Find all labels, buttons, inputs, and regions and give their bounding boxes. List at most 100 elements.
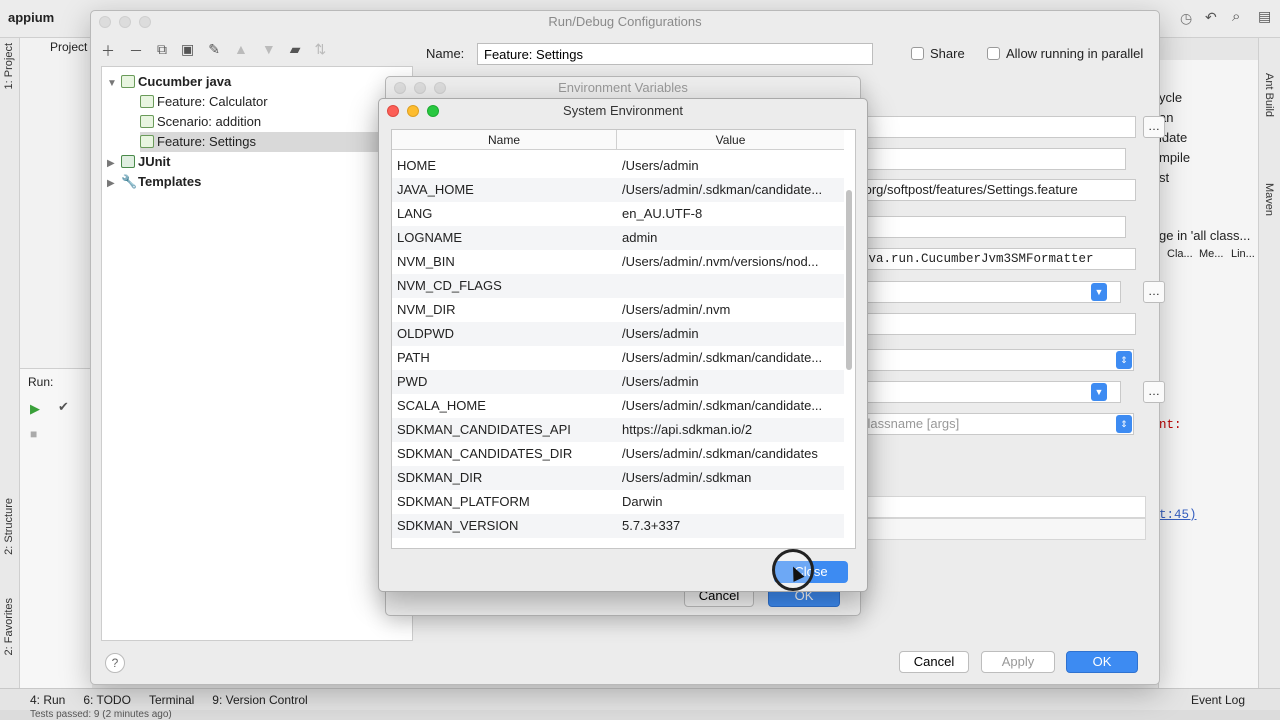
help-button[interactable]: ?	[105, 653, 125, 673]
checkbox-box[interactable]	[987, 47, 1000, 60]
system-env-title: System Environment	[563, 103, 683, 118]
table-row[interactable]: SDKMAN_PLATFORM Darwin	[392, 490, 844, 514]
name-field[interactable]	[477, 43, 873, 65]
column-header-value[interactable]: Value	[617, 130, 844, 150]
tree-node-addition[interactable]: Scenario: addition	[140, 112, 410, 132]
history-icon[interactable]: ◷	[1180, 10, 1192, 27]
tree-node-templates[interactable]: ▶ 🔧Templates	[107, 172, 407, 192]
maven-item: mpile	[1159, 150, 1191, 165]
feature-path-field[interactable]: /org/softpost/features/Settings.feature	[856, 179, 1136, 201]
dropdown-arrow-icon[interactable]: ⇕	[1116, 415, 1132, 433]
table-row[interactable]: SCALA_HOME/Users/admin/.sdkman/candidate…	[392, 394, 844, 418]
tab-structure[interactable]: 2: Structure	[3, 498, 15, 555]
ok-button[interactable]: OK	[1066, 651, 1138, 673]
env-var-value: Darwin	[622, 494, 663, 509]
run-play-icon[interactable]: ▶	[30, 401, 40, 417]
tab-todo[interactable]: 6: TODO	[83, 693, 131, 707]
table-row[interactable]: LANG en_AU.UTF-8	[392, 202, 844, 226]
window-close-light[interactable]	[394, 82, 406, 94]
module-select[interactable]	[856, 349, 1134, 371]
jre-select[interactable]	[856, 381, 1121, 403]
window-minimize-light[interactable]	[119, 16, 131, 28]
dropdown-arrow-icon[interactable]: ▼	[1091, 283, 1107, 301]
window-close-light[interactable]	[99, 16, 111, 28]
layout-icon[interactable]: ▤	[1258, 8, 1271, 25]
checkbox-box[interactable]	[911, 47, 924, 60]
table-row[interactable]: HOME/Users/admin	[392, 154, 844, 178]
before-launch-list[interactable]	[856, 496, 1146, 518]
tab-run[interactable]: 4: Run	[30, 693, 65, 707]
dropdown-arrow-icon[interactable]: ⇕	[1116, 351, 1132, 369]
search-icon[interactable]: ⌕	[1232, 8, 1240, 25]
table-row[interactable]: OLDPWD/Users/admin	[392, 322, 844, 346]
copy-icon[interactable]: ⧉	[157, 41, 167, 65]
window-zoom-light[interactable]	[434, 82, 446, 94]
tab-maven[interactable]: Maven	[1263, 183, 1275, 216]
table-row[interactable]: NVM_DIR/Users/admin/.nvm	[392, 298, 844, 322]
tab-favorites[interactable]: 2: Favorites	[3, 598, 15, 655]
folder-icon[interactable]: ▰	[290, 41, 301, 65]
parallel-checkbox[interactable]: Allow running in parallel	[987, 46, 1143, 61]
shorten-cmdline-select[interactable]: classname [args]	[856, 413, 1134, 435]
table-row[interactable]: LOGNAME admin	[392, 226, 844, 250]
vm-options-field[interactable]	[856, 216, 1126, 238]
dropdown-arrow-icon[interactable]: ▼	[1091, 383, 1107, 401]
program-args-field[interactable]: ava.run.CucumberJvm3SMFormatter	[856, 248, 1136, 270]
tree-node-calculator[interactable]: Feature: Calculator	[140, 92, 410, 112]
tree-node-settings[interactable]: Feature: Settings	[140, 132, 413, 152]
main-class-field[interactable]	[856, 116, 1136, 138]
collapse-arrow-icon[interactable]: ▶	[107, 154, 121, 174]
window-zoom-light[interactable]	[139, 16, 151, 28]
tree-node-junit[interactable]: ▶ JUnit	[107, 152, 407, 172]
table-row[interactable]: SDKMAN_CANDIDATES_DIR/Users/admin/.sdkma…	[392, 442, 844, 466]
vertical-scrollbar[interactable]	[846, 190, 852, 370]
table-row[interactable]: NVM_CD_FLAGS	[392, 274, 844, 298]
column-header-name[interactable]: Name	[392, 130, 617, 150]
browse-button[interactable]: …	[1143, 381, 1165, 403]
window-close-light[interactable]	[387, 105, 399, 117]
move-down-icon[interactable]: ▼	[262, 41, 276, 65]
table-row[interactable]: SDKMAN_CANDIDATES_API https://api.sdkman.…	[392, 418, 844, 442]
table-row[interactable]: SDKMAN_VERSION 5.7.3+337	[392, 514, 844, 538]
window-minimize-light[interactable]	[414, 82, 426, 94]
working-dir-field[interactable]	[856, 281, 1121, 303]
expand-arrow-icon[interactable]: ▼	[107, 74, 121, 94]
before-launch-list[interactable]	[856, 518, 1146, 540]
cucumber-icon	[140, 135, 154, 148]
browse-button[interactable]: …	[1143, 116, 1165, 138]
window-minimize-light[interactable]	[407, 105, 419, 117]
system-env-table[interactable]: Name Value HOME/Users/admin JAVA_HOME/Use…	[391, 129, 856, 549]
save-icon[interactable]: ▣	[181, 41, 194, 65]
glue-field[interactable]	[856, 148, 1126, 170]
browse-button[interactable]: …	[1143, 281, 1165, 303]
table-row[interactable]: SDKMAN_DIR/Users/admin/.sdkman	[392, 466, 844, 490]
tab-terminal[interactable]: Terminal	[149, 693, 194, 707]
table-row[interactable]: JAVA_HOME/Users/admin/.sdkman/candidate.…	[392, 178, 844, 202]
collapse-arrow-icon[interactable]: ▶	[107, 174, 121, 194]
tab-ant-build[interactable]: Ant Build	[1263, 73, 1275, 117]
window-zoom-light[interactable]	[427, 105, 439, 117]
table-row[interactable]: PWD/Users/admin	[392, 370, 844, 394]
wrench-icon[interactable]: ✎	[208, 41, 220, 65]
env-var-value: https://api.sdkman.io/2	[622, 422, 753, 437]
add-icon[interactable]: ＋	[101, 41, 115, 65]
remove-icon[interactable]: －	[129, 41, 143, 65]
cancel-button[interactable]: Cancel	[899, 651, 969, 673]
table-row[interactable]: PATH/Users/admin/.sdkman/candidate...	[392, 346, 844, 370]
table-header: Name Value	[392, 130, 844, 150]
stop-icon[interactable]: ■	[30, 427, 37, 441]
apply-button[interactable]: Apply	[981, 651, 1055, 673]
check-icon[interactable]: ✔	[58, 399, 69, 415]
sort-icon[interactable]: ⇅	[314, 41, 326, 65]
project-tab-label[interactable]: Project	[50, 40, 87, 54]
tree-node-cucumber[interactable]: ▼ Cucumber java	[107, 72, 407, 92]
env-vars-field[interactable]	[856, 313, 1136, 335]
tab-version-control[interactable]: 9: Version Control	[212, 693, 307, 707]
code-link[interactable]: t:45)	[1159, 508, 1197, 522]
table-row[interactable]: NVM_BIN/Users/admin/.nvm/versions/nod...	[392, 250, 844, 274]
event-log-button[interactable]: Event Log	[1191, 693, 1245, 707]
share-checkbox[interactable]: Share	[911, 46, 965, 61]
tab-project[interactable]: 1: Project	[3, 43, 15, 89]
undo-icon[interactable]: ↶	[1205, 9, 1217, 26]
move-up-icon[interactable]: ▲	[234, 41, 248, 65]
